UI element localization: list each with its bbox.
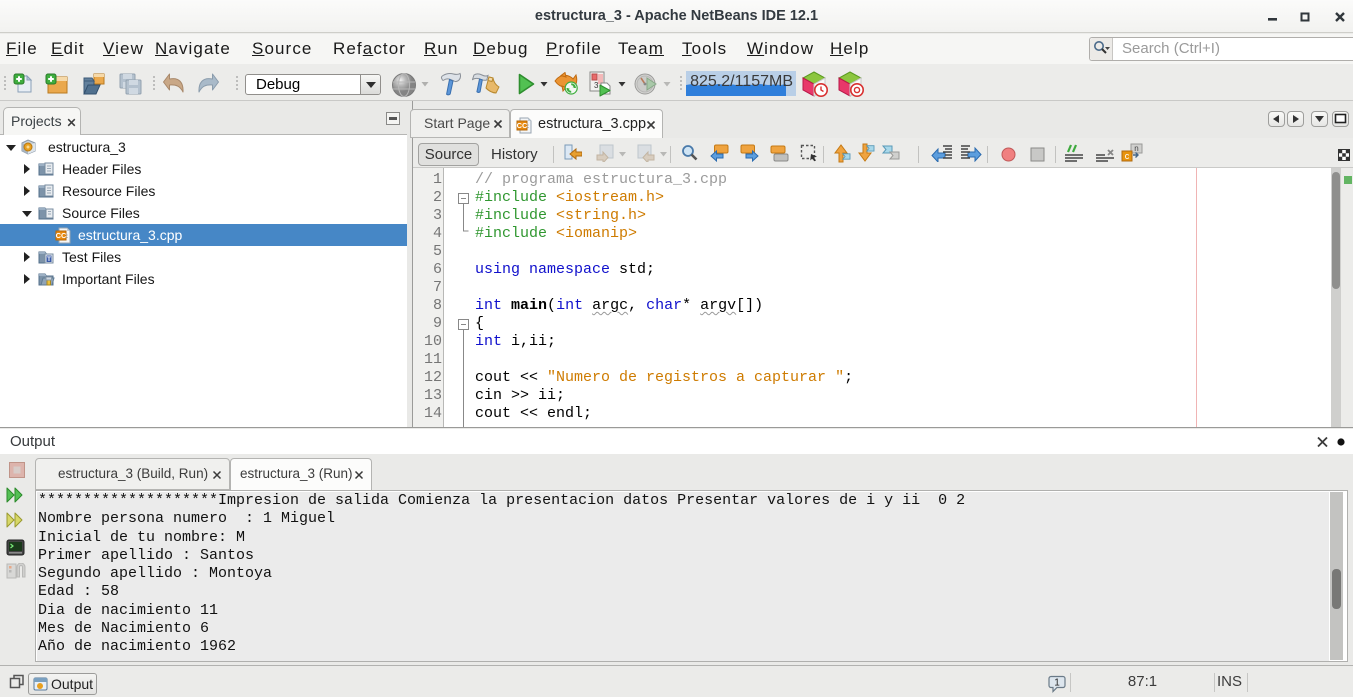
svg-text:T: T <box>47 256 51 263</box>
svg-text:3: 3 <box>594 81 599 90</box>
svg-text:c: c <box>1125 151 1130 161</box>
svg-text:n: n <box>1134 144 1138 153</box>
svg-text:CC: CC <box>56 231 67 240</box>
svg-text:CC: CC <box>517 121 528 130</box>
svg-text:1: 1 <box>1054 678 1060 689</box>
